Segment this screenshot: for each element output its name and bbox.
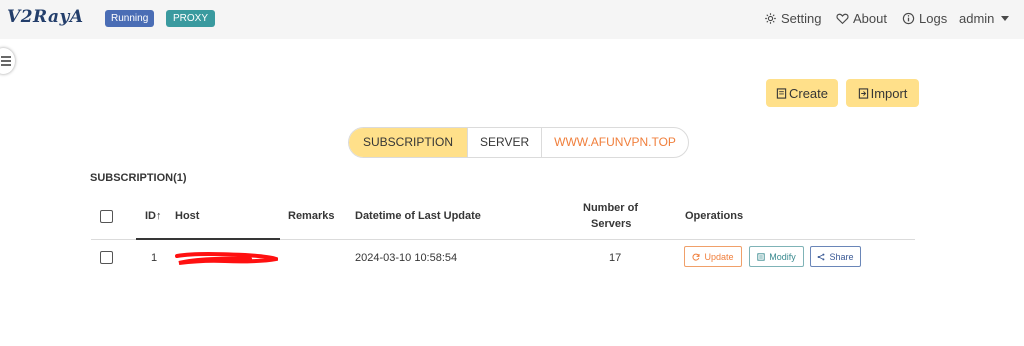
create-label: Create — [788, 85, 829, 101]
view-tabs: SUBSCRIPTION SERVER WWW.AFUNVPN.TOP — [348, 127, 689, 158]
logs-label: Logs — [919, 11, 948, 26]
about-link[interactable]: About — [836, 11, 887, 26]
sidebar-toggle-button[interactable] — [0, 48, 15, 74]
row-checkbox[interactable] — [100, 251, 113, 264]
column-header-operations: Operations — [685, 210, 744, 222]
row-server-count: 17 — [609, 252, 622, 264]
document-icon — [776, 87, 787, 99]
column-header-servers-line1[interactable]: Number of — [583, 202, 638, 214]
redacted-host-scribble — [175, 252, 278, 265]
update-button[interactable]: Update — [684, 246, 742, 267]
share-label: Share — [829, 251, 854, 262]
share-icon — [818, 253, 825, 260]
setting-label: Setting — [781, 11, 822, 26]
logs-link[interactable]: Logs — [902, 11, 947, 26]
caret-down-icon — [1001, 16, 1010, 21]
tab-afunvpn[interactable]: WWW.AFUNVPN.TOP — [542, 128, 688, 157]
user-name: admin — [959, 11, 995, 26]
sort-ascending-icon: ↑ — [156, 210, 162, 222]
column-header-host[interactable]: Host — [175, 210, 199, 222]
tab-server[interactable]: SERVER — [468, 128, 543, 157]
sorted-column-indicator — [136, 238, 280, 240]
edit-icon — [757, 252, 765, 261]
gear-icon — [765, 13, 776, 24]
top-navbar: V2RayA Running PROXY Setting About Logs … — [0, 0, 1024, 39]
tab-subscription[interactable]: SUBSCRIPTION — [349, 128, 469, 157]
import-icon — [858, 87, 868, 99]
share-button[interactable]: Share — [810, 246, 861, 267]
menu-icon — [1, 56, 11, 66]
id-header-label: ID — [145, 210, 156, 222]
create-button[interactable]: Create — [766, 79, 838, 107]
row-id: 1 — [151, 252, 158, 264]
modify-label: Modify — [769, 251, 796, 262]
proxy-mode-badge: PROXY — [166, 10, 216, 27]
update-label: Update — [704, 251, 734, 262]
column-header-datetime[interactable]: Datetime of Last Update — [355, 210, 481, 222]
heart-icon — [836, 13, 849, 25]
running-status-badge[interactable]: Running — [105, 10, 155, 27]
app-logo[interactable]: V2RayA — [7, 7, 84, 27]
about-label: About — [853, 11, 887, 26]
column-header-servers-line2[interactable]: Servers — [591, 218, 631, 230]
modify-button[interactable]: Modify — [749, 246, 804, 267]
import-label: Import — [870, 85, 908, 101]
import-button[interactable]: Import — [846, 79, 919, 107]
refresh-icon — [692, 253, 700, 261]
column-header-remarks[interactable]: Remarks — [288, 210, 334, 222]
select-all-checkbox[interactable] — [100, 210, 113, 223]
column-header-id[interactable]: ID↑ — [145, 210, 162, 222]
section-title: SUBSCRIPTION(1) — [90, 172, 187, 184]
setting-link[interactable]: Setting — [764, 11, 821, 26]
user-menu[interactable]: admin — [959, 11, 1010, 26]
info-icon — [902, 12, 915, 25]
row-datetime: 2024-03-10 10:58:54 — [355, 252, 458, 264]
